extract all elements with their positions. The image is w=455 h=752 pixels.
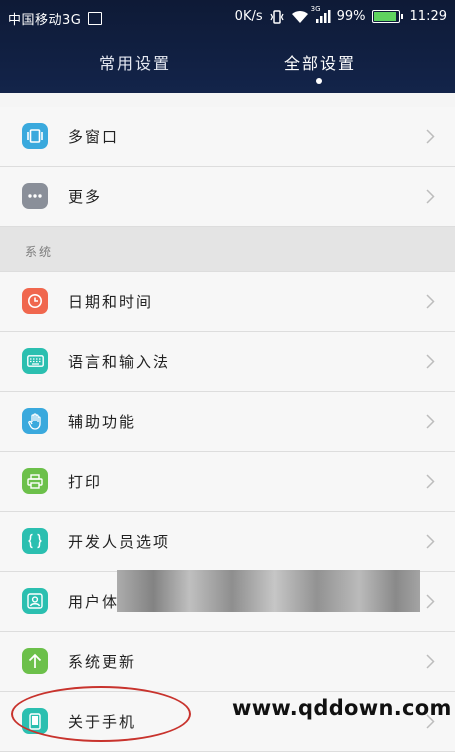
- redaction-blur: [117, 570, 420, 612]
- list-item-label: 辅助功能: [68, 413, 137, 431]
- braces-icon: [22, 528, 48, 554]
- list-item-label: 开发人员选项: [68, 533, 171, 551]
- chevron-right-icon: [426, 354, 435, 373]
- tab-all-settings[interactable]: 全部设置: [240, 50, 400, 74]
- chevron-right-icon: [426, 414, 435, 433]
- list-item-date-time[interactable]: 日期和时间: [0, 272, 455, 332]
- chevron-right-icon: [426, 654, 435, 673]
- list-item-more[interactable]: 更多: [0, 167, 455, 227]
- multi-window-icon: [22, 123, 48, 149]
- list-item-label: 打印: [68, 473, 103, 491]
- network-speed: 0K/s: [234, 9, 263, 24]
- chevron-right-icon: [426, 189, 435, 208]
- clock-icon: [22, 288, 48, 314]
- watermark-text: www.qddown.com: [232, 696, 452, 720]
- settings-list: 多窗口 更多 系统 日期和时间 语言和输入法 辅助功能 打印 开发人员选项 用户…: [0, 93, 455, 752]
- chevron-right-icon: [426, 474, 435, 493]
- tab-common-settings[interactable]: 常用设置: [55, 50, 215, 74]
- update-arrow-icon: [22, 648, 48, 674]
- section-header-system: 系统: [0, 227, 455, 272]
- carrier-name: 中国移动3G: [8, 13, 82, 28]
- image-notification-icon: [88, 12, 102, 25]
- list-item-label: 多窗口: [68, 128, 120, 146]
- hand-icon: [22, 408, 48, 434]
- battery-percent: 99%: [336, 9, 366, 24]
- list-item-label: 用户体: [68, 593, 120, 611]
- battery-icon: [371, 10, 403, 23]
- list-item-label: 语言和输入法: [68, 353, 171, 371]
- carrier-info: 中国移动3G: [8, 9, 102, 28]
- list-item-print[interactable]: 打印: [0, 452, 455, 512]
- active-tab-indicator: [316, 78, 322, 84]
- list-item-multi-window[interactable]: 多窗口: [0, 107, 455, 167]
- keyboard-icon: [22, 348, 48, 374]
- clock-time: 11:29: [409, 9, 447, 24]
- more-dots-icon: [22, 183, 48, 209]
- user-icon: [22, 588, 48, 614]
- wifi-icon: [291, 10, 309, 24]
- section-title: 系统: [25, 245, 54, 259]
- chevron-right-icon: [426, 594, 435, 613]
- battery-level: [373, 12, 397, 21]
- list-item-label: 更多: [68, 188, 103, 206]
- list-item-language-input[interactable]: 语言和输入法: [0, 332, 455, 392]
- printer-icon: [22, 468, 48, 494]
- vibrate-icon: [269, 9, 285, 24]
- list-item-label: 日期和时间: [68, 293, 154, 311]
- status-bar: 中国移动3G 0K/s 3G 99% 11:29: [0, 0, 455, 34]
- app-header: 中国移动3G 0K/s 3G 99% 11:29 常用设置 全部设置: [0, 0, 455, 93]
- chevron-right-icon: [426, 129, 435, 148]
- list-item-system-update[interactable]: 系统更新: [0, 632, 455, 692]
- list-item-accessibility[interactable]: 辅助功能: [0, 392, 455, 452]
- list-item-label: 系统更新: [68, 653, 137, 671]
- settings-tabs: 常用设置 全部设置: [0, 34, 455, 93]
- signal-icon: 3G: [311, 5, 331, 24]
- chevron-right-icon: [426, 294, 435, 313]
- chevron-right-icon: [426, 534, 435, 553]
- list-item-developer-options[interactable]: 开发人员选项: [0, 512, 455, 572]
- status-indicators: 0K/s 3G 99% 11:29: [234, 5, 447, 25]
- highlight-annotation-ellipse: [11, 686, 191, 742]
- network-type: 3G: [310, 4, 321, 13]
